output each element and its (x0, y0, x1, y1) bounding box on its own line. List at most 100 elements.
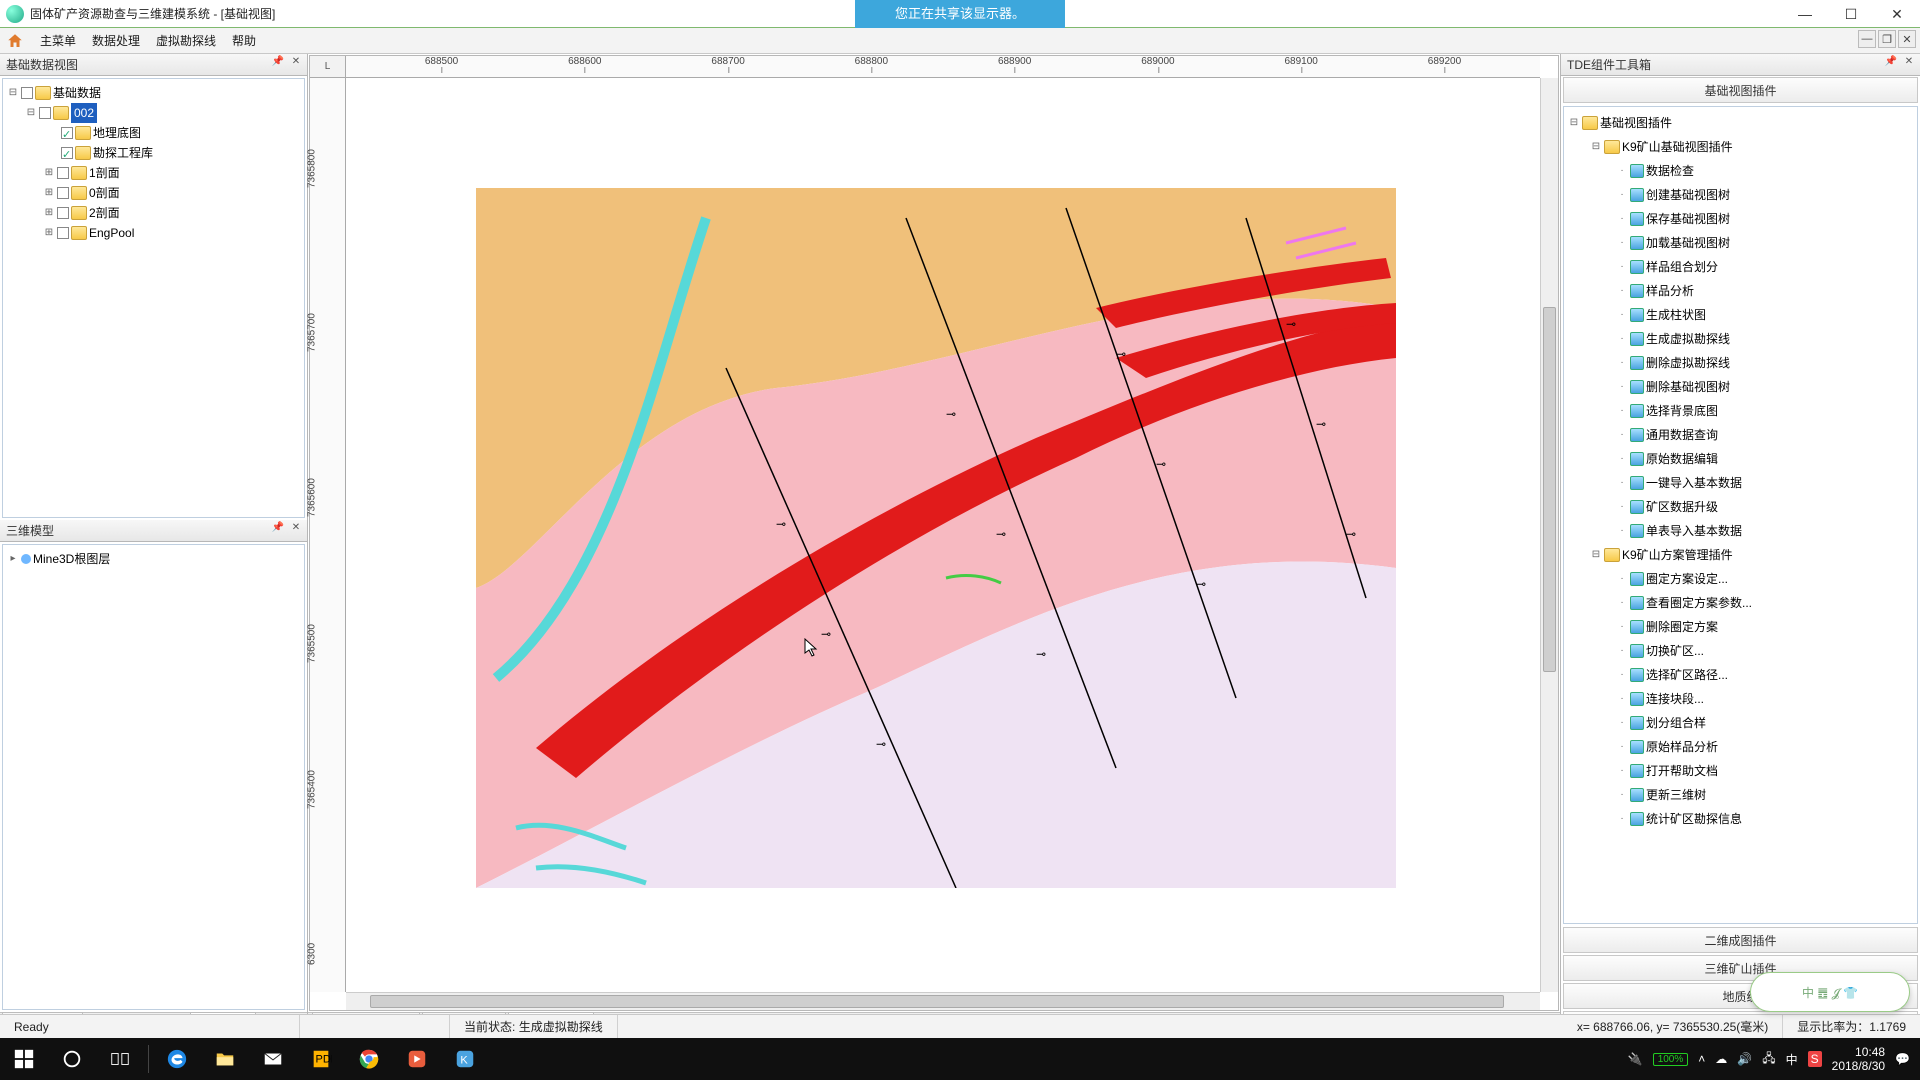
tree-item-section2[interactable]: 2剖面 (89, 203, 120, 223)
plugin-tool-item[interactable]: · 删除虚拟勘探线 (1616, 351, 1913, 375)
plugin-tool-item[interactable]: · 通用数据查询 (1616, 423, 1913, 447)
base-data-tree[interactable]: ⊟ 基础数据 ⊟ 002 地理底图 勘探工程库 ⊞ 1剖面 ⊞ 0剖面 ⊞ 2剖… (7, 83, 300, 243)
tree-item-explore-db[interactable]: 勘探工程库 (93, 143, 153, 163)
tool-icon (1630, 212, 1644, 226)
folder-icon (1604, 548, 1620, 562)
home-icon[interactable] (6, 32, 24, 50)
mdi-minimize-icon[interactable]: — (1858, 30, 1876, 48)
vertical-scrollbar[interactable] (1540, 78, 1558, 992)
plugin-tool-item[interactable]: · 圈定方案设定... (1616, 567, 1913, 591)
plugin-tool-item[interactable]: · 查看圈定方案参数... (1616, 591, 1913, 615)
taskbar-app-icon[interactable]: K (441, 1038, 489, 1080)
horizontal-scrollbar[interactable] (346, 992, 1540, 1010)
cortana-icon[interactable] (48, 1038, 96, 1080)
svg-text:⊸: ⊸ (946, 407, 956, 421)
plugin-group-k9-base[interactable]: K9矿山基础视图插件 (1622, 135, 1733, 159)
pin-icon[interactable]: 📌 (271, 522, 285, 536)
3d-model-tree[interactable]: ▸ Mine3D根图层 (7, 549, 300, 569)
tray-notifications-icon[interactable]: 💬 (1895, 1052, 1910, 1066)
plugin-tool-item[interactable]: · 选择背景底图 (1616, 399, 1913, 423)
menu-main[interactable]: 主菜单 (40, 32, 76, 49)
windows-taskbar: PDF K 🔌 100% ˄ ☁ 🔊 🖧 中 S 10:48 2018/8/30… (0, 1038, 1920, 1080)
plugin-tool-item[interactable]: · 保存基础视图树 (1616, 207, 1913, 231)
plugin-tool-item[interactable]: · 划分组合样 (1616, 711, 1913, 735)
menu-data-process[interactable]: 数据处理 (92, 32, 140, 49)
tray-sogou-icon[interactable]: S (1808, 1051, 1822, 1067)
tray-onedrive-icon[interactable]: ☁ (1715, 1052, 1727, 1066)
taskbar-edge-icon[interactable] (153, 1038, 201, 1080)
plugin-tool-item[interactable]: · 连接块段... (1616, 687, 1913, 711)
menu-help[interactable]: 帮助 (232, 32, 256, 49)
plugin-tool-item[interactable]: · 矿区数据升级 (1616, 495, 1913, 519)
tree-node-002[interactable]: 002 (71, 103, 97, 123)
plugin-tool-item[interactable]: · 生成柱状图 (1616, 303, 1913, 327)
map-viewport[interactable]: L 688500 688600 688700 688800 688900 689… (309, 55, 1559, 1011)
menu-virtual-line[interactable]: 虚拟勘探线 (156, 32, 216, 49)
plugin-tool-item[interactable]: · 切换矿区... (1616, 639, 1913, 663)
plugin-tool-item[interactable]: · 单表导入基本数据 (1616, 519, 1913, 543)
tree-item-section0[interactable]: 0剖面 (89, 183, 120, 203)
accordion-base-view-plugin[interactable]: 基础视图插件 (1563, 77, 1918, 103)
start-button[interactable] (0, 1038, 48, 1080)
taskbar-pdf-icon[interactable]: PDF (297, 1038, 345, 1080)
svg-text:⊸: ⊸ (1116, 347, 1126, 361)
plugin-tool-item[interactable]: · 一键导入基本数据 (1616, 471, 1913, 495)
taskbar-chrome-icon[interactable] (345, 1038, 393, 1080)
taskbar-camtasia-icon[interactable] (393, 1038, 441, 1080)
plugin-root[interactable]: 基础视图插件 (1600, 111, 1672, 135)
plugin-tool-item[interactable]: · 更新三维树 (1616, 783, 1913, 807)
plugin-tool-item[interactable]: · 统计矿区勘探信息 (1616, 807, 1913, 831)
tray-battery-icon[interactable]: 100% (1653, 1053, 1689, 1066)
ime-toolbar[interactable]: 中 ䷘ 𝓙 👕 (1750, 972, 1910, 1012)
tray-power-icon[interactable]: 🔌 (1628, 1052, 1643, 1066)
taskbar-explorer-icon[interactable] (201, 1038, 249, 1080)
pin-icon[interactable]: 📌 (271, 56, 285, 70)
plugin-tool-item[interactable]: · 样品组合划分 (1616, 255, 1913, 279)
svg-text:⊸: ⊸ (876, 737, 886, 751)
taskbar-mail-icon[interactable] (249, 1038, 297, 1080)
svg-text:⊸: ⊸ (996, 527, 1006, 541)
pin-icon[interactable]: 📌 (1884, 56, 1898, 70)
tray-up-icon[interactable]: ˄ (1698, 1052, 1705, 1066)
mine3d-root-layer[interactable]: Mine3D根图层 (33, 549, 110, 569)
tool-icon (1630, 332, 1644, 346)
accordion-2d-plugin[interactable]: 二维成图插件 (1563, 927, 1918, 953)
window-minimize-button[interactable]: — (1782, 0, 1828, 28)
plugin-tool-item[interactable]: · 原始数据编辑 (1616, 447, 1913, 471)
left-bottom-panel-title: 三维模型 (6, 522, 54, 539)
plugin-tree[interactable]: ⊟ 基础视图插件 ⊟ K9矿山基础视图插件 · 数据检查· 创建基础视图树· 保… (1568, 111, 1913, 831)
geological-map[interactable]: ⊸⊸⊸ ⊸⊸⊸ ⊸⊸⊸ ⊸⊸⊸ (476, 188, 1396, 888)
window-close-button[interactable]: ✕ (1874, 0, 1920, 28)
tray-clock[interactable]: 10:48 2018/8/30 (1832, 1045, 1885, 1073)
ruler-horizontal: 688500 688600 688700 688800 688900 68900… (346, 56, 1540, 78)
tree-root[interactable]: 基础数据 (53, 83, 101, 103)
status-current-state: 当前状态: 生成虚拟勘探线 (450, 1015, 618, 1038)
tray-ime-icon[interactable]: 中 (1786, 1051, 1798, 1068)
window-maximize-button[interactable]: ☐ (1828, 0, 1874, 28)
plugin-tool-item[interactable]: · 打开帮助文档 (1616, 759, 1913, 783)
plugin-tool-item[interactable]: · 删除圈定方案 (1616, 615, 1913, 639)
plugin-tool-item[interactable]: · 样品分析 (1616, 279, 1913, 303)
plugin-tool-item[interactable]: · 数据检查 (1616, 159, 1913, 183)
plugin-group-k9-plan[interactable]: K9矿山方案管理插件 (1622, 543, 1733, 567)
tool-icon (1630, 620, 1644, 634)
mdi-restore-icon[interactable]: ❐ (1878, 30, 1896, 48)
tray-volume-icon[interactable]: 🔊 (1737, 1052, 1752, 1066)
mdi-close-icon[interactable]: ✕ (1898, 30, 1916, 48)
plugin-tool-item[interactable]: · 创建基础视图树 (1616, 183, 1913, 207)
tool-icon (1630, 476, 1644, 490)
plugin-tool-item[interactable]: · 选择矿区路径... (1616, 663, 1913, 687)
tray-network-icon[interactable]: 🖧 (1762, 1049, 1775, 1070)
task-view-icon[interactable] (96, 1038, 144, 1080)
plugin-tool-item[interactable]: · 删除基础视图树 (1616, 375, 1913, 399)
plugin-tool-item[interactable]: · 生成虚拟勘探线 (1616, 327, 1913, 351)
panel-close-icon[interactable]: ✕ (1902, 56, 1916, 70)
tree-item-basemap[interactable]: 地理底图 (93, 123, 141, 143)
plugin-tool-item[interactable]: · 加载基础视图树 (1616, 231, 1913, 255)
panel-close-icon[interactable]: ✕ (289, 522, 303, 536)
panel-close-icon[interactable]: ✕ (289, 56, 303, 70)
tool-icon (1630, 236, 1644, 250)
tree-item-engpool[interactable]: EngPool (89, 223, 134, 243)
plugin-tool-item[interactable]: · 原始样品分析 (1616, 735, 1913, 759)
tree-item-section1[interactable]: 1剖面 (89, 163, 120, 183)
